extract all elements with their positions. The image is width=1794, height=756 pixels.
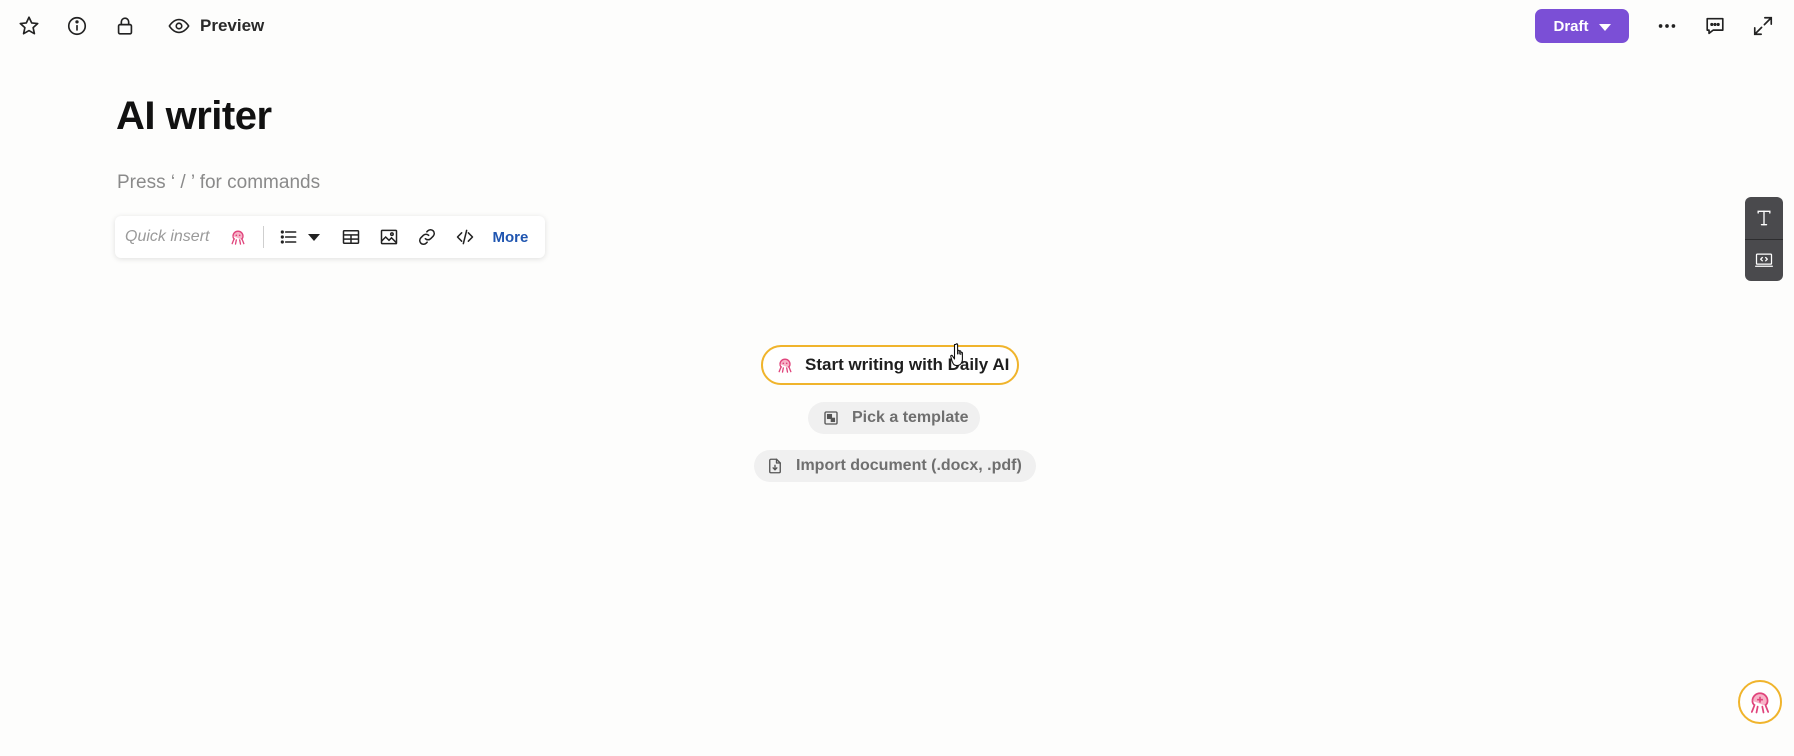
start-writing-label: Start writing with Daily AI: [805, 355, 1010, 374]
draft-label: Draft: [1553, 17, 1589, 35]
import-document-label: Import document (.docx, .pdf): [796, 457, 1022, 474]
file-import-icon: [769, 458, 781, 474]
code-icon[interactable]: [450, 222, 480, 252]
quick-insert-label: Quick insert: [125, 228, 210, 245]
text-format-icon[interactable]: [1745, 197, 1783, 239]
hand-cursor-icon: [950, 343, 963, 367]
top-bar: Preview Draft: [0, 0, 1794, 52]
info-icon[interactable]: [65, 14, 89, 38]
preview-button[interactable]: Preview: [168, 12, 264, 40]
import-document-button[interactable]: Import document (.docx, .pdf): [754, 450, 1036, 482]
table-icon[interactable]: [336, 222, 366, 252]
pick-template-label: Pick a template: [852, 409, 969, 426]
link-icon[interactable]: [412, 222, 442, 252]
bulleted-list-icon[interactable]: [274, 222, 304, 252]
toolbar-divider: [263, 226, 265, 248]
eye-icon: [168, 18, 190, 34]
document-title[interactable]: AI writer: [116, 94, 272, 139]
chevron-down-icon: [1598, 23, 1611, 31]
comment-icon[interactable]: [1703, 14, 1727, 38]
embed-icon[interactable]: [1745, 239, 1783, 281]
octopus-ai-icon: [1750, 692, 1770, 714]
editor-placeholder[interactable]: Press ‘ / ’ for commands: [117, 172, 320, 194]
more-insert-button[interactable]: More: [492, 229, 528, 246]
octopus-ai-icon[interactable]: [223, 222, 253, 252]
expand-icon[interactable]: [1751, 14, 1775, 38]
octopus-ai-icon: [778, 358, 792, 373]
more-horizontal-icon[interactable]: [1655, 14, 1679, 38]
side-toolbar: [1745, 197, 1783, 281]
star-icon[interactable]: [17, 14, 41, 38]
quick-insert-toolbar: Quick insert More: [115, 216, 545, 258]
image-icon[interactable]: [374, 222, 404, 252]
list-options-chevron-icon[interactable]: [308, 233, 321, 241]
preview-label: Preview: [200, 16, 265, 35]
start-writing-ai-button[interactable]: Start writing with Daily AI: [761, 345, 1019, 385]
template-icon: [824, 411, 838, 425]
lock-icon[interactable]: [113, 14, 137, 38]
draft-status-dropdown[interactable]: Draft: [1535, 9, 1629, 43]
pick-template-button[interactable]: Pick a template: [808, 402, 980, 434]
ai-assistant-button[interactable]: [1738, 680, 1782, 724]
